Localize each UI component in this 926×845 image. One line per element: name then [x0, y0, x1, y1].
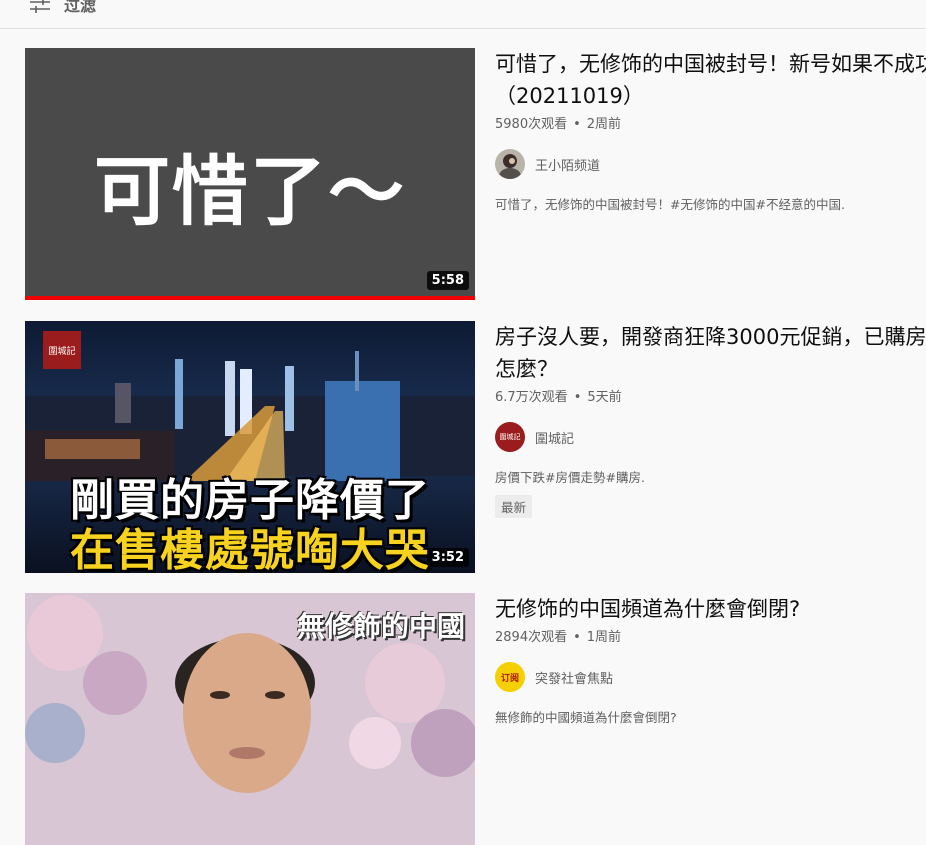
video-meta: 6.7万次观看 • 5天前 — [495, 390, 622, 405]
watched-progress-bar — [25, 296, 475, 300]
video-title[interactable]: 可惜了，无修饰的中国被封号！新号如果不成功（20211019） — [495, 48, 926, 112]
video-title[interactable]: 无修饰的中国頻道為什麼會倒閉? — [495, 593, 926, 625]
video-title[interactable]: 房子沒人要，開發商狂降3000元促銷，已購房者怎麼？ — [495, 321, 926, 385]
channel-logo-text: 圍城記 — [48, 346, 76, 357]
video-info: 房子沒人要，開發商狂降3000元促銷，已購房者怎麼？ 6.7万次观看 • 5天前 圍… — [495, 321, 926, 518]
video-description: 可惜了，无修饰的中国被封号！#无修饰的中国#不经意的中国. — [495, 197, 845, 212]
video-info: 可惜了，无修饰的中国被封号！新号如果不成功（20211019） 5980次观看 •… — [495, 48, 926, 214]
filter-label[interactable]: 过滤 — [64, 0, 96, 16]
channel-name[interactable]: 突發社會焦點 — [535, 668, 613, 687]
channel-avatar[interactable] — [495, 149, 525, 179]
channel-name[interactable]: 王小陌频道 — [535, 155, 600, 174]
upload-age: 1周前 — [586, 630, 622, 645]
thumbnail-subheadline: 在售樓處號啕大哭 — [70, 525, 430, 573]
view-count: 2894次观看 — [495, 630, 568, 645]
channel-row[interactable]: 订阅 突發社會焦點 — [495, 661, 926, 693]
thumbnail-text: 可惜了～ — [94, 147, 406, 236]
duration-badge: 3:52 — [426, 548, 469, 567]
view-count: 5980次观看 — [495, 117, 568, 132]
channel-row[interactable]: 王小陌频道 — [495, 148, 926, 180]
new-badge: 最新 — [495, 495, 533, 518]
filter-sliders-icon[interactable] — [28, 0, 52, 16]
view-count: 6.7万次观看 — [495, 390, 568, 405]
channel-row[interactable]: 圍城記 圍城記 — [495, 421, 926, 453]
video-meta: 5980次观看 • 2周前 — [495, 117, 622, 132]
video-meta: 2894次观看 • 1周前 — [495, 630, 622, 645]
video-result[interactable]: 無修飾的中國 无修饰的中国頻道為什麼會倒閉? 2894次观看 • 1周前 订阅 突發… — [25, 593, 926, 845]
channel-avatar-text: 圍城記 — [499, 433, 521, 441]
channel-name[interactable]: 圍城記 — [535, 428, 574, 447]
video-description: 房價下跌#房價走勢#購房. — [495, 470, 645, 485]
video-description: 無修飾的中國頻道為什麼會倒閉? — [495, 710, 677, 725]
video-thumbnail[interactable]: 可惜了～ 5:58 — [25, 48, 475, 300]
channel-avatar-text: 订阅 — [500, 673, 519, 684]
channel-logo: 圍城記 — [43, 331, 81, 369]
video-result[interactable]: 可惜了～ 5:58 可惜了，无修饰的中国被封号！新号如果不成功（20211019… — [25, 48, 926, 300]
video-thumbnail[interactable]: 無修飾的中國 — [25, 593, 475, 845]
filter-bar[interactable]: 过滤 — [0, 0, 926, 29]
duration-badge: 5:58 — [426, 271, 469, 290]
video-result[interactable]: 圍城記 剛買的房子降價了 在售樓處號啕大哭 3:52 房子沒人要，開發商狂降30… — [25, 321, 926, 573]
thumbnail-caption: 無修飾的中國 — [296, 610, 465, 643]
channel-avatar[interactable]: 圍城記 — [495, 422, 525, 452]
video-info: 无修饰的中国頻道為什麼會倒閉? 2894次观看 • 1周前 订阅 突發社會焦點 無修… — [495, 593, 926, 727]
upload-age: 2周前 — [586, 117, 622, 132]
upload-age: 5天前 — [587, 390, 622, 405]
channel-avatar[interactable]: 订阅 — [495, 662, 525, 692]
video-thumbnail[interactable]: 圍城記 剛買的房子降價了 在售樓處號啕大哭 3:52 — [25, 321, 475, 573]
